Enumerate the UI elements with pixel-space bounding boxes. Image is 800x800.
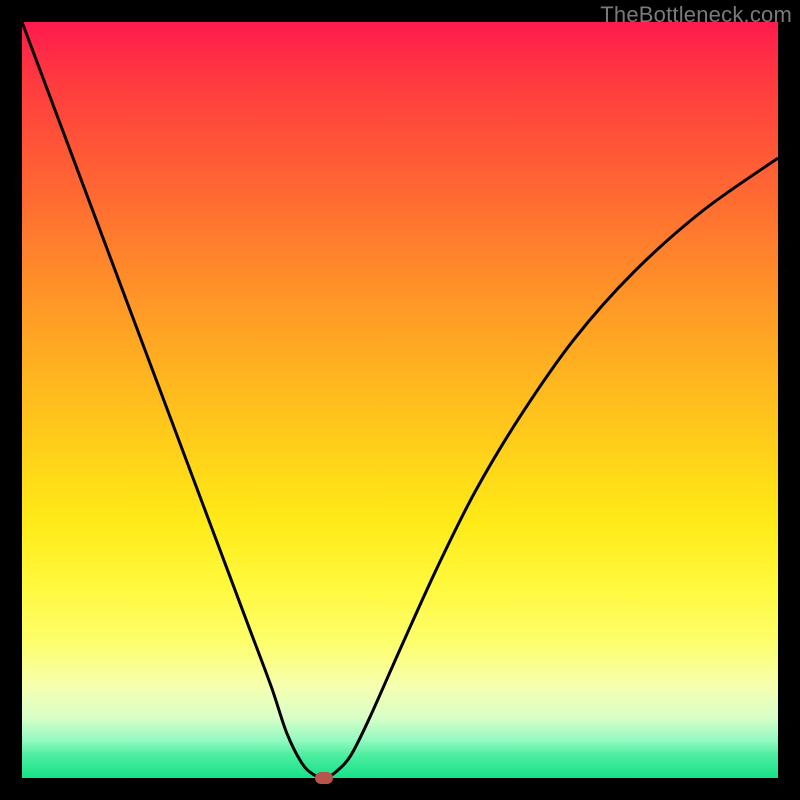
curve-path: [22, 22, 778, 778]
optimum-marker: [315, 772, 333, 784]
bottleneck-curve: [22, 22, 778, 778]
plot-area: [22, 22, 778, 778]
chart-frame: TheBottleneck.com: [0, 0, 800, 800]
watermark-text: TheBottleneck.com: [600, 2, 792, 28]
